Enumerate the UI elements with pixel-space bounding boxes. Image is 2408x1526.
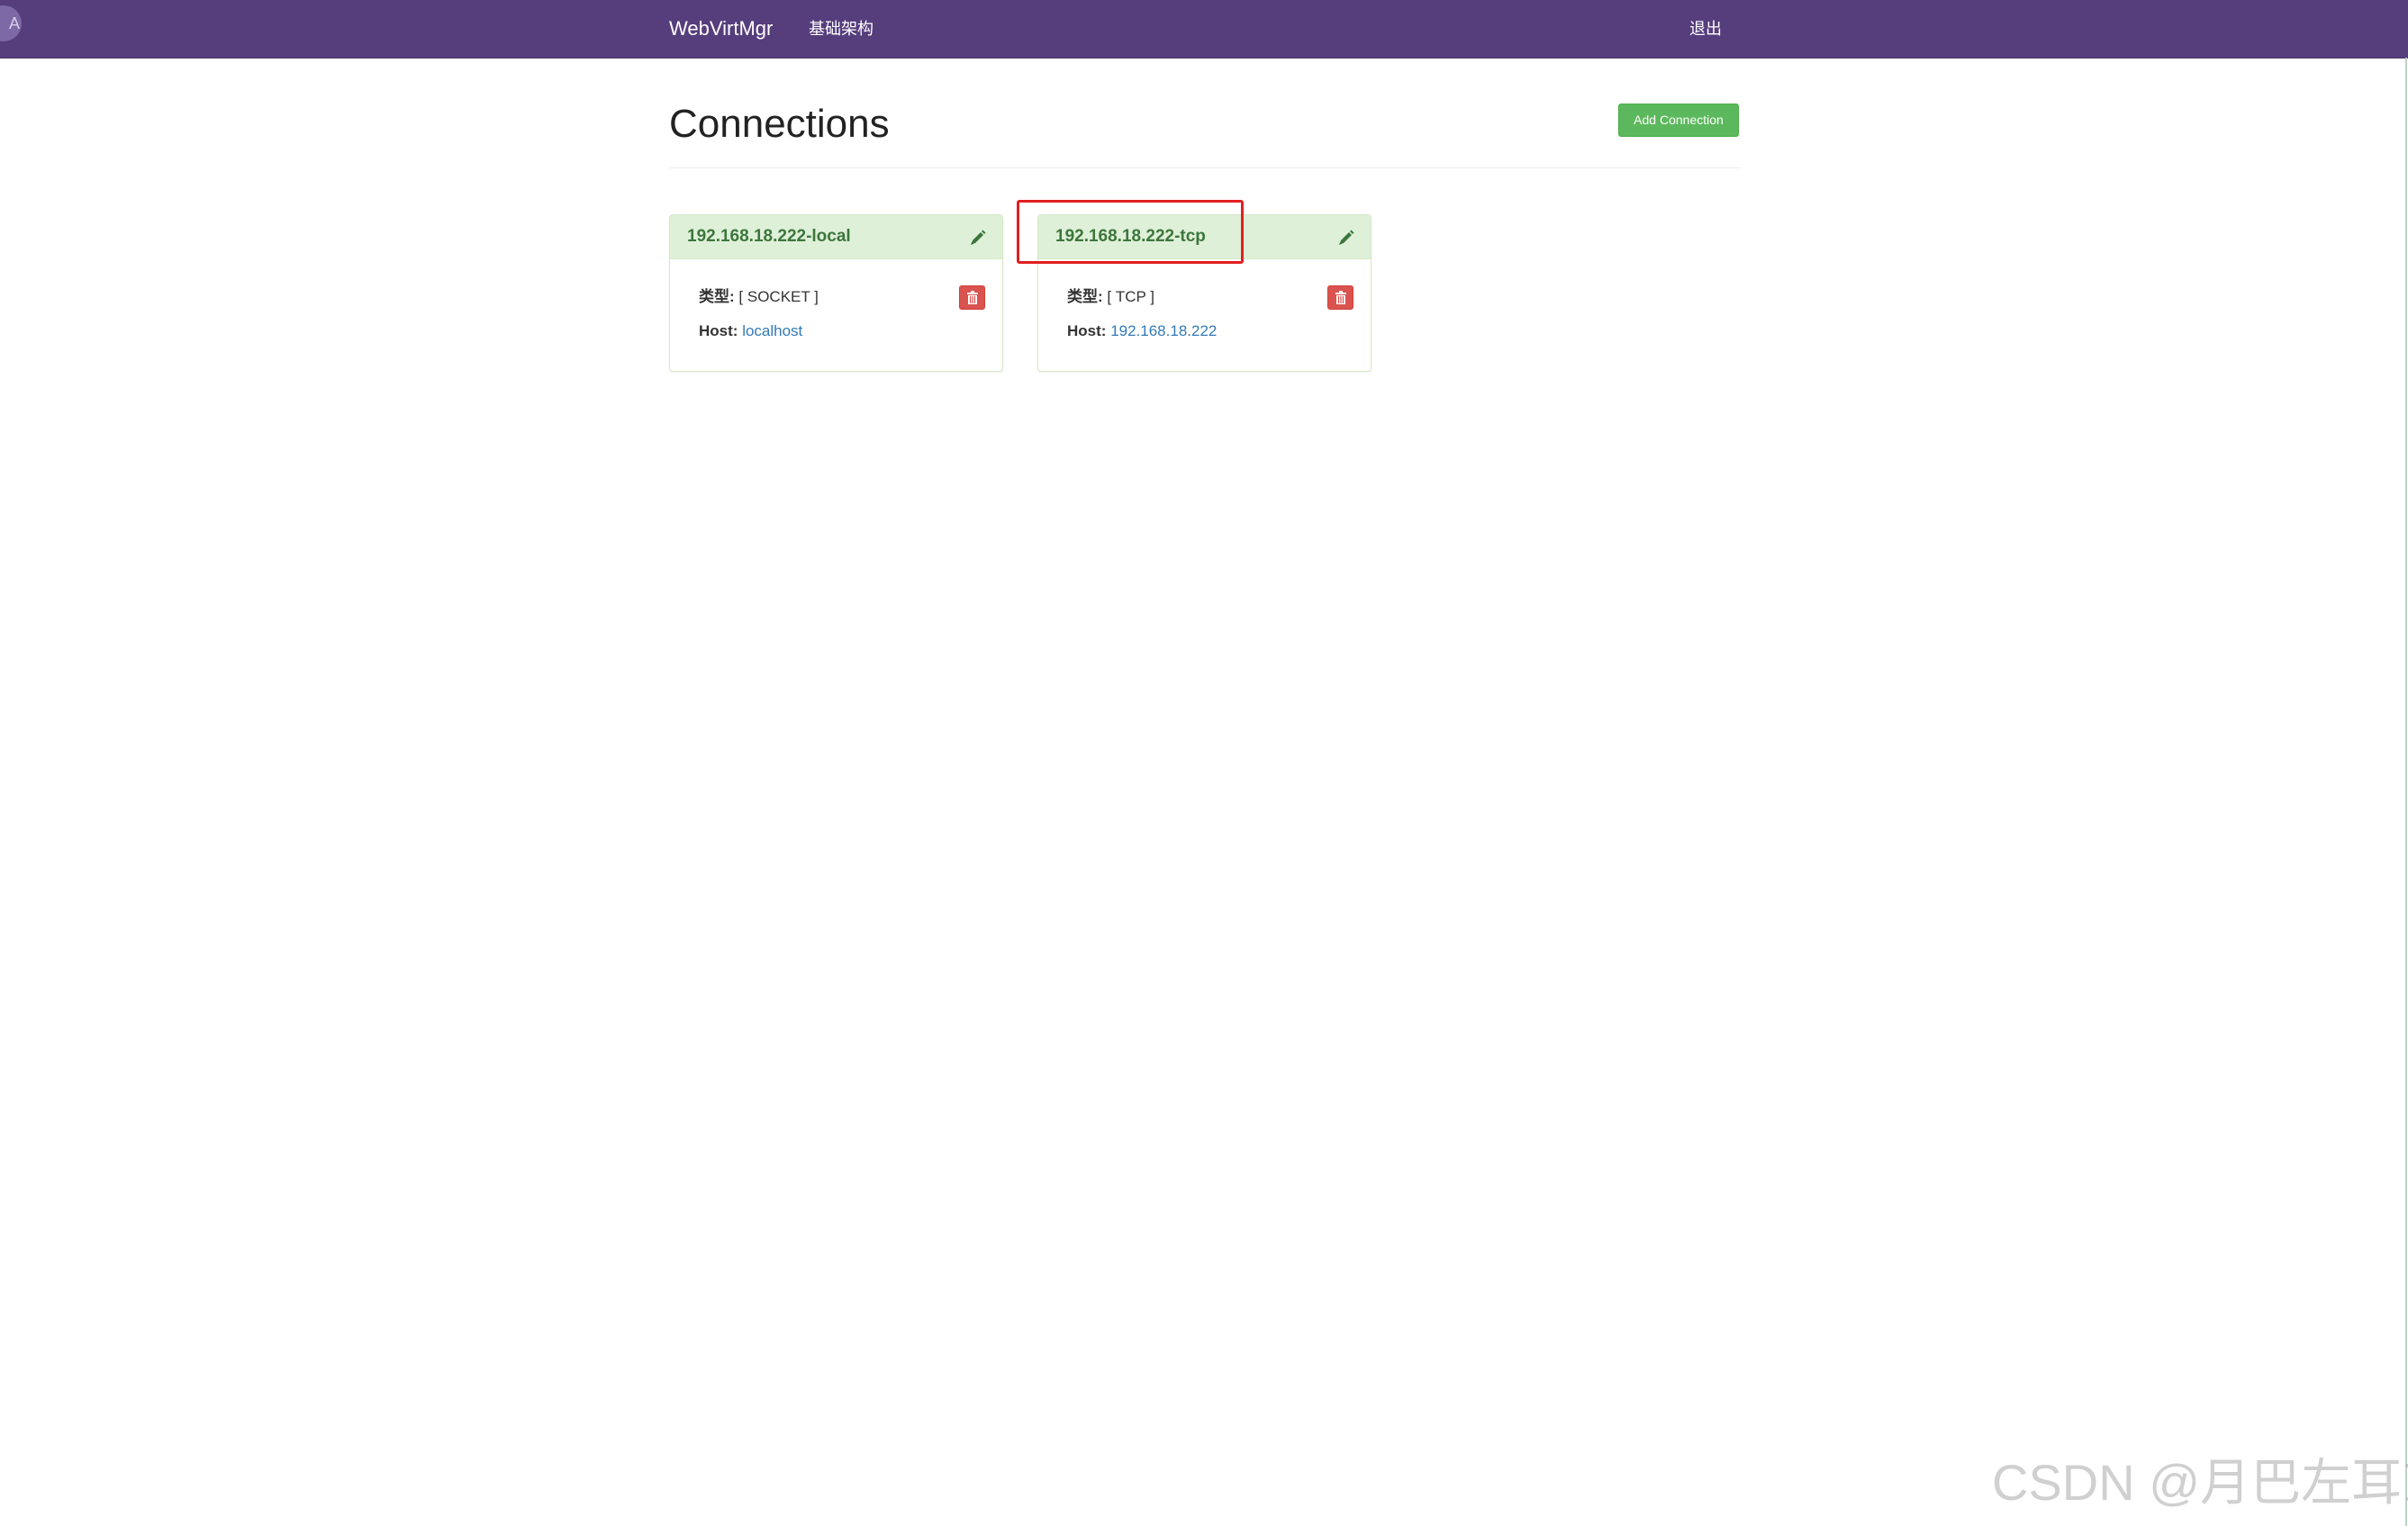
trash-icon bbox=[967, 291, 978, 304]
connection-type-row: 类型: [ TCP ] bbox=[1067, 287, 1154, 307]
delete-connection-button[interactable] bbox=[1327, 285, 1353, 310]
connection-type-value: [ TCP ] bbox=[1107, 288, 1154, 305]
window-edge bbox=[2405, 58, 2407, 1526]
connection-type-label: 类型: bbox=[1067, 288, 1103, 305]
connection-host-link[interactable]: localhost bbox=[742, 322, 802, 339]
trash-icon bbox=[1335, 291, 1346, 304]
connection-host-link[interactable]: 192.168.18.222 bbox=[1110, 322, 1217, 339]
connection-card-header: 192.168.18.222-local bbox=[670, 215, 1002, 259]
connection-type-value: [ SOCKET ] bbox=[738, 288, 819, 305]
top-navbar: A WebVirtMgr 基础架构 退出 bbox=[0, 0, 2408, 59]
connection-type-row: 类型: [ SOCKET ] bbox=[699, 287, 819, 307]
brand-link[interactable]: WebVirtMgr bbox=[669, 16, 773, 41]
page-title: Connections bbox=[669, 102, 890, 146]
connection-name[interactable]: 192.168.18.222-local bbox=[687, 226, 851, 248]
connection-card: 192.168.18.222-local 类型: [ SOCKET ] Host… bbox=[669, 214, 1003, 372]
connection-host-row: Host: 192.168.18.222 bbox=[1067, 321, 1217, 341]
watermark: CSDN @月巴左耳东 bbox=[1992, 1454, 2408, 1511]
pencil-icon[interactable] bbox=[1336, 228, 1356, 248]
add-connection-button[interactable]: Add Connection bbox=[1618, 104, 1739, 137]
connection-type-label: 类型: bbox=[699, 288, 735, 305]
annotation-highlight-box bbox=[1017, 200, 1244, 264]
delete-connection-button[interactable] bbox=[959, 285, 985, 310]
connection-host-label: Host: bbox=[1067, 322, 1107, 339]
nav-infrastructure-link[interactable]: 基础架构 bbox=[809, 18, 874, 40]
connection-host-label: Host: bbox=[699, 322, 738, 339]
title-divider bbox=[669, 167, 1740, 168]
connection-host-row: Host: localhost bbox=[699, 321, 802, 341]
pencil-icon[interactable] bbox=[968, 228, 988, 248]
user-avatar[interactable]: A bbox=[0, 5, 22, 41]
logout-link[interactable]: 退出 bbox=[1689, 18, 1722, 40]
